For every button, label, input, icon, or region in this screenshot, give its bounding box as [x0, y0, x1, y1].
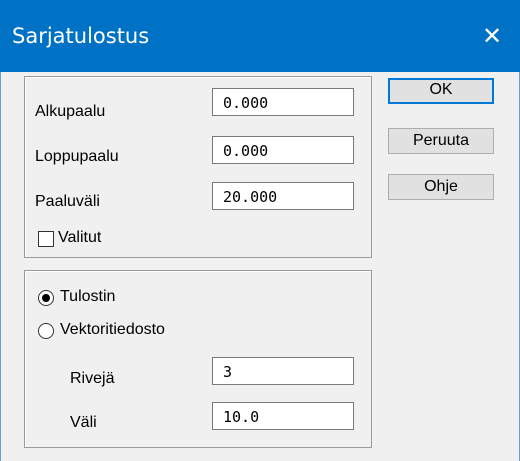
help-button[interactable]: Ohje	[388, 174, 494, 200]
rows-field[interactable]: 3	[212, 357, 354, 385]
vector-file-radio-label: Vektoritiedosto	[60, 321, 165, 338]
cancel-button[interactable]: Peruuta	[388, 128, 494, 154]
window-border-left	[0, 72, 1, 461]
end-station-field[interactable]: 0.000	[212, 136, 354, 164]
rows-label: Rivejä	[70, 370, 115, 387]
radio-selected-dot	[42, 294, 50, 302]
selected-checkbox-label: Valitut	[58, 229, 102, 246]
printer-radio[interactable]	[38, 290, 54, 306]
close-icon[interactable]: ✕	[472, 0, 512, 72]
vector-file-radio[interactable]	[38, 323, 54, 339]
printer-radio-label: Tulostin	[60, 288, 116, 305]
ok-button[interactable]: OK	[388, 78, 494, 104]
station-interval-field[interactable]: 20.000	[212, 182, 354, 210]
gap-label: Väli	[70, 414, 97, 431]
end-station-label: Loppupaalu	[35, 148, 119, 165]
dialog-window: Sarjatulostus ✕ Alkupaalu 0.000 Loppupaa…	[0, 0, 520, 461]
station-interval-label: Paaluväli	[35, 193, 100, 210]
start-station-field[interactable]: 0.000	[212, 88, 354, 116]
start-station-label: Alkupaalu	[35, 103, 106, 120]
window-title: Sarjatulostus	[12, 24, 150, 48]
selected-checkbox[interactable]	[38, 231, 54, 247]
gap-field[interactable]: 10.0	[212, 402, 354, 430]
